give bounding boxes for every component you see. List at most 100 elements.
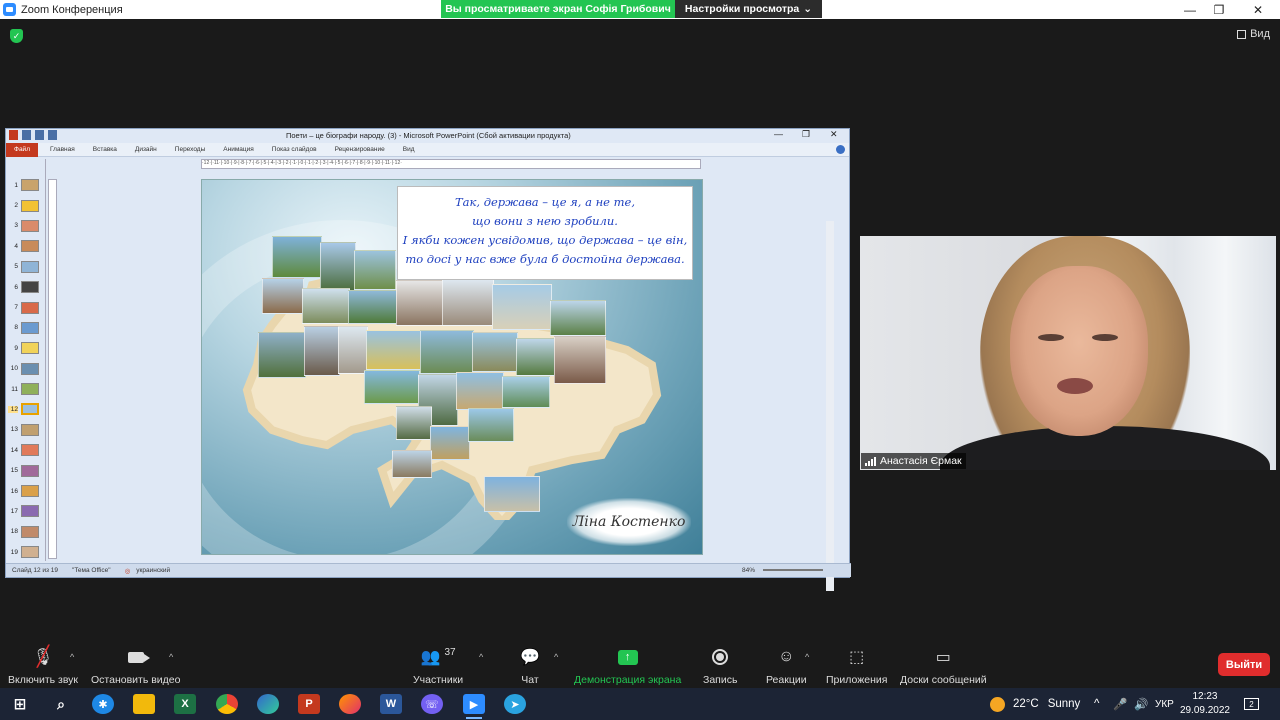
slide-thumbnail: 11 [8, 379, 44, 399]
chat-options-caret[interactable]: ^ [554, 652, 558, 662]
reactions-options-caret[interactable]: ^ [805, 652, 809, 662]
microphone-tray-icon[interactable]: 🎤 [1113, 688, 1127, 720]
unmute-label: Включить звук [8, 674, 79, 686]
video-options-caret[interactable]: ^ [169, 652, 173, 662]
slide-thumbnail: 6 [8, 277, 44, 297]
window-title: Zoom Конференция [21, 3, 123, 16]
search-icon[interactable]: ⌕ [50, 694, 72, 714]
slide-thumbnail: 5 [8, 257, 44, 277]
vertical-ruler [48, 179, 57, 559]
chevron-down-icon: ⌄ [803, 3, 813, 15]
excel-icon[interactable]: X [174, 694, 196, 714]
collage-photo [516, 338, 556, 376]
whiteboard-icon: ▭ [935, 649, 951, 666]
encryption-shield-icon[interactable]: ✓ [10, 29, 23, 43]
quick-access-toolbar [9, 130, 57, 140]
slide-number: 7 [14, 304, 18, 312]
volume-icon[interactable]: 🔊 [1134, 688, 1148, 720]
file-explorer-icon[interactable] [133, 694, 155, 714]
ppt-tab-review: Рецензирование [334, 146, 385, 153]
slide-thumbnail: 4 [8, 236, 44, 256]
slide-number: 17 [10, 507, 18, 515]
word-icon[interactable]: W [380, 694, 402, 714]
help-icon [836, 145, 845, 154]
shared-screen-powerpoint[interactable]: Поети – це біографи народу. (3) - Micros… [5, 128, 851, 591]
collage-photo [262, 278, 304, 314]
collage-photo [272, 236, 322, 278]
slide-thumbnail: 9 [8, 338, 44, 358]
participant-eye [1038, 334, 1064, 341]
share-screen-label: Демонстрация экрана [574, 674, 682, 686]
slide-number: 18 [10, 528, 18, 536]
view-settings-button[interactable]: Настройки просмотра ⌄ [675, 0, 822, 18]
slide-canvas: Так, держава – це я, а не те, що вони з … [58, 171, 836, 591]
chrome-icon[interactable] [216, 694, 238, 714]
tray-overflow-chevron-icon[interactable]: ^ [1094, 688, 1099, 720]
slide-thumbnail-image [21, 281, 39, 294]
app-icon[interactable]: ✱ [92, 694, 114, 714]
notifications-icon: 2 [1244, 698, 1259, 710]
view-label: Вид [1250, 28, 1270, 40]
zoom-icon[interactable]: ▶ [463, 694, 485, 719]
record-button[interactable]: Запись [703, 646, 737, 686]
collage-photo [554, 336, 606, 384]
record-label: Запись [703, 674, 738, 686]
participant-video-tile[interactable]: Анастасія Єрмак [860, 236, 1276, 470]
current-slide: Так, держава – це я, а не те, що вони з … [201, 179, 703, 555]
quote-line: Так, держава – це я, а не те, [454, 195, 636, 209]
ppt-title-bar: Поети – це біографи народу. (3) - Micros… [6, 129, 849, 143]
collage-photo [396, 406, 432, 440]
unmute-button[interactable]: 🎙 ╱ Включить звук [8, 646, 79, 687]
collage-photo [338, 326, 368, 374]
clock-date: 29.09.2022 [1179, 705, 1230, 716]
chat-button[interactable]: 💬 Чат [520, 646, 540, 686]
close-button[interactable]: ✕ [1240, 0, 1276, 19]
ppt-close-icon: ✕ [830, 129, 838, 139]
stop-video-button[interactable]: Остановить видео [91, 646, 180, 686]
language-indicator[interactable]: УКР [1155, 688, 1174, 720]
viber-icon[interactable]: ☏ [421, 694, 443, 714]
slide-thumbnail: 15 [8, 460, 44, 480]
slide-thumbnail-image [21, 179, 39, 192]
ppt-tab-slideshow: Показ слайдов [271, 146, 317, 153]
audio-options-caret[interactable]: ^ [70, 652, 74, 662]
powerpoint-icon[interactable]: P [298, 694, 320, 714]
share-screen-button[interactable]: ↑ Демонстрация экрана [574, 646, 681, 686]
slide-thumbnail: 2 [8, 195, 44, 215]
slide-thumbnail: 13 [8, 420, 44, 440]
slide-thumbnail-image [21, 505, 39, 518]
participants-options-caret[interactable]: ^ [479, 652, 483, 662]
participant-name-label: Анастасія Єрмак [861, 453, 966, 469]
slide-thumbnail: 17 [8, 501, 44, 521]
reactions-button[interactable]: ☺ Реакции [766, 646, 807, 686]
save-icon [22, 130, 31, 140]
slide-number: 6 [14, 283, 18, 291]
weather-widget[interactable]: 22°C Sunny [990, 688, 1080, 720]
stop-video-label: Остановить видео [91, 674, 181, 686]
slide-thumbnail: 1 [8, 175, 44, 195]
slide-thumbnail-image [21, 485, 39, 498]
slide-thumbnail-image [21, 199, 39, 212]
ppt-vertical-scrollbar [826, 221, 834, 591]
slide-thumbnail-image [21, 444, 39, 457]
participants-icon: 👥 37 [420, 646, 456, 667]
slide-number: 13 [10, 426, 18, 434]
collage-photo [258, 332, 306, 378]
leave-meeting-button[interactable]: Выйти [1218, 653, 1270, 676]
participants-button[interactable]: 👥 37 Участники [413, 646, 463, 687]
ppt-restore-icon: ❐ [802, 129, 811, 139]
windows-start-icon[interactable]: ⊞ [9, 694, 31, 714]
edge-icon[interactable] [257, 694, 279, 714]
telegram-icon[interactable]: ➤ [504, 694, 526, 714]
notifications-button[interactable]: 2 [1244, 688, 1259, 720]
video-camera-icon [127, 646, 150, 668]
clock[interactable]: 12:23 29.09.2022 [1180, 690, 1230, 718]
apps-button[interactable]: ⬚ Приложения [826, 646, 887, 686]
whiteboard-button[interactable]: ▭ Доски сообщений [900, 646, 987, 686]
slide-number: 8 [14, 324, 18, 332]
slide-thumbnail: 12 [8, 399, 44, 419]
author-signature: Ліна Костенко [567, 498, 691, 546]
firefox-icon[interactable] [339, 694, 361, 714]
view-button[interactable]: Вид [1237, 28, 1270, 40]
maximize-button[interactable]: ❐ [1201, 0, 1237, 19]
